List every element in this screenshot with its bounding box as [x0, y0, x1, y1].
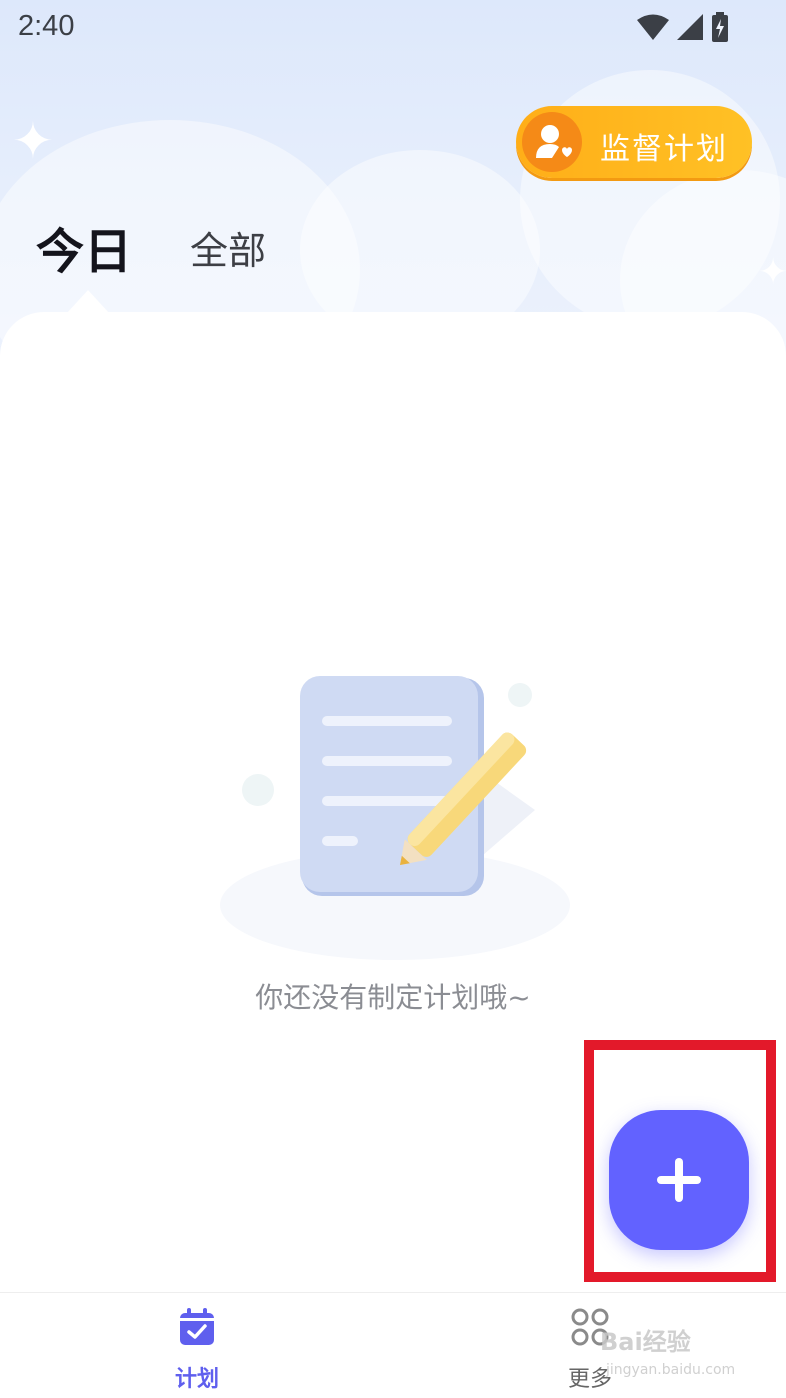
status-bar: 2:40 [0, 0, 786, 56]
supervise-plan-label: 监督计划 [600, 132, 728, 167]
watermark-url: jingyan.baidu.com [606, 1362, 736, 1378]
supervise-plan-button[interactable]: 监督计划 [516, 106, 752, 178]
empty-state-message: 你还没有制定计划哦~ [255, 981, 531, 1014]
add-plan-button[interactable] [609, 1110, 749, 1250]
tab-today[interactable]: 今日 [36, 212, 132, 282]
status-time: 2:40 [18, 10, 75, 42]
battery-charging-icon [712, 12, 728, 42]
sparkle-icon: ✦ [758, 252, 786, 293]
tab-all[interactable]: 全部 [190, 220, 266, 275]
status-icons [636, 12, 730, 42]
nav-label-plan: 计划 [174, 1367, 219, 1392]
watermark-brand: Bai经验 [600, 1328, 691, 1356]
calendar-check-icon [180, 1308, 214, 1345]
sparkle-icon: ✦ [12, 112, 54, 170]
supervisor-avatar-icon [522, 112, 582, 172]
active-tab-indicator [66, 290, 110, 314]
wifi-icon [637, 14, 669, 40]
plus-icon [657, 1158, 701, 1202]
nav-item-plan[interactable]: 计划 [137, 1293, 257, 1398]
document-pencil-illustration [220, 676, 570, 960]
signal-icon [677, 14, 703, 40]
